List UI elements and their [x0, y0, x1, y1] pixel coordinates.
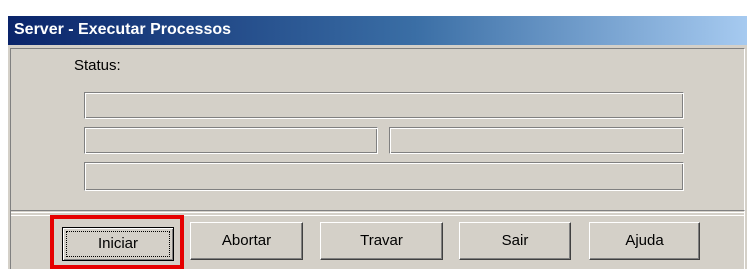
status-field-left — [84, 127, 378, 154]
abortar-button[interactable]: Abortar — [190, 222, 303, 260]
ajuda-button-label: Ajuda — [625, 232, 664, 249]
status-field-right — [389, 127, 684, 154]
sair-button-label: Sair — [501, 232, 529, 249]
sair-button[interactable]: Sair — [459, 222, 571, 260]
title-bar[interactable]: Server - Executar Processos — [8, 16, 747, 45]
abortar-button-label: Abortar — [221, 232, 272, 249]
progress-field — [84, 162, 684, 191]
ajuda-button[interactable]: Ajuda — [589, 222, 700, 260]
travar-button[interactable]: Travar — [320, 222, 443, 260]
iniciar-button-label: Iniciar — [97, 235, 138, 252]
travar-button-label: Travar — [360, 232, 403, 249]
window-title: Server - Executar Processos — [14, 21, 232, 38]
status-field-main — [84, 92, 684, 119]
iniciar-button[interactable]: Iniciar — [62, 227, 174, 261]
status-label: Status: — [74, 57, 121, 74]
